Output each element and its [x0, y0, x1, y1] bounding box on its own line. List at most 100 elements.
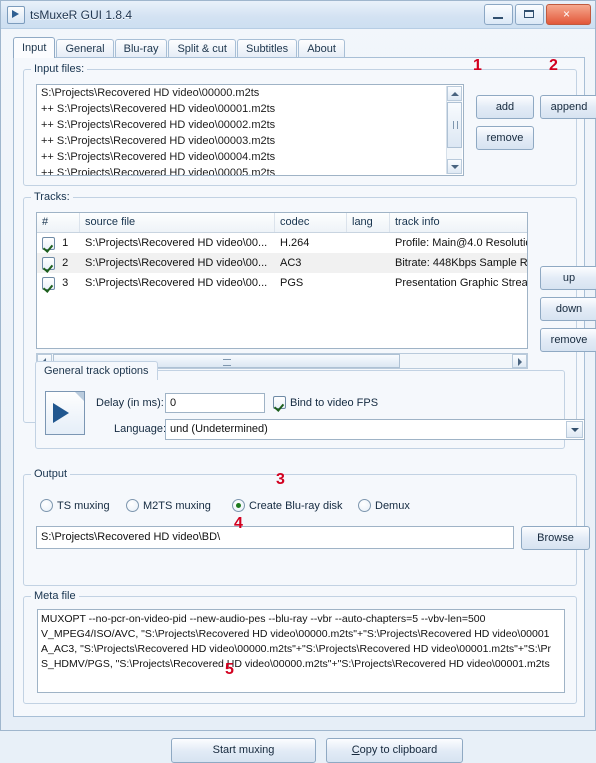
meta-file-textarea[interactable]: MUXOPT --no-pcr-on-video-pid --new-audio…: [37, 609, 565, 693]
browse-button[interactable]: Browse: [521, 526, 590, 550]
annotation-2: 2: [549, 57, 558, 74]
bind-to-video-fps-checkbox[interactable]: [273, 396, 286, 409]
meta-file-group: Meta file MUXOPT --no-pcr-on-video-pid -…: [23, 590, 577, 704]
tab-general[interactable]: General: [56, 39, 114, 58]
track-info: Profile: Main@4.0 Resolution: 144: [395, 237, 527, 249]
language-label: Language:: [114, 423, 166, 435]
tab-input[interactable]: Input: [13, 37, 56, 58]
table-row[interactable]: 2 S:\Projects\Recovered HD video\00... A…: [37, 253, 527, 273]
tab-bluray[interactable]: Blu-ray: [114, 39, 168, 58]
chevron-down-icon[interactable]: [566, 421, 583, 438]
annotation-5: 5: [225, 661, 234, 678]
radio-ts-muxing-label[interactable]: TS muxing: [57, 500, 110, 512]
scroll-right-icon[interactable]: [512, 354, 527, 368]
track-source-file: S:\Projects\Recovered HD video\00...: [85, 237, 268, 249]
radio-m2ts-muxing[interactable]: [126, 499, 139, 512]
table-row[interactable]: 3 S:\Projects\Recovered HD video\00... P…: [37, 273, 527, 293]
list-item[interactable]: ++ S:\Projects\Recovered HD video\00004.…: [37, 149, 463, 165]
track-codec: AC3: [280, 257, 302, 269]
copy-label-rest: opy to clipboard: [359, 744, 438, 756]
track-checkbox[interactable]: [42, 236, 55, 250]
tab-split-cut[interactable]: Split & cut: [168, 39, 236, 58]
output-label: Output: [31, 468, 71, 480]
tab-strip: Input General Blu-ray Split & cut Subtit…: [13, 37, 346, 58]
column-header-source-file: source file: [80, 213, 275, 232]
track-lang: [347, 273, 390, 293]
delay-input[interactable]: 0: [165, 393, 265, 413]
track-enabled-cell[interactable]: 2: [37, 253, 80, 273]
input-files-label: Input files:: [31, 63, 88, 75]
track-enabled-cell[interactable]: 3: [37, 273, 80, 293]
start-muxing-button[interactable]: Start muxing: [171, 738, 316, 763]
move-down-button[interactable]: down: [540, 297, 596, 321]
move-up-button[interactable]: up: [540, 266, 596, 290]
minimize-icon: [493, 17, 503, 19]
radio-demux[interactable]: [358, 499, 371, 512]
tab-about[interactable]: About: [298, 39, 345, 58]
table-row[interactable]: 1 S:\Projects\Recovered HD video\00... H…: [37, 233, 527, 253]
annotation-3: 3: [276, 471, 285, 488]
close-button[interactable]: ×: [546, 4, 591, 25]
list-item[interactable]: ++ S:\Projects\Recovered HD video\00003.…: [37, 133, 463, 149]
scroll-up-icon[interactable]: [447, 86, 462, 101]
column-header-codec: codec: [275, 213, 347, 232]
track-index: 3: [62, 277, 69, 289]
minimize-button[interactable]: [484, 4, 513, 25]
track-lang: [347, 233, 390, 253]
scroll-down-icon[interactable]: [447, 159, 462, 174]
tab-general-track-options[interactable]: General track options: [35, 361, 158, 380]
remove-file-button[interactable]: remove: [476, 126, 534, 150]
bind-to-video-fps-label[interactable]: Bind to video FPS: [290, 397, 378, 409]
track-checkbox[interactable]: [42, 276, 55, 290]
scroll-thumb[interactable]: [447, 102, 462, 148]
output-path-input[interactable]: S:\Projects\Recovered HD video\BD\: [36, 526, 514, 549]
input-files-list[interactable]: S:\Projects\Recovered HD video\00000.m2t…: [36, 84, 464, 176]
track-info: Bitrate: 448Kbps Sample Rate: 48l: [395, 257, 527, 269]
tracks-label: Tracks:: [31, 191, 73, 203]
radio-ts-muxing[interactable]: [40, 499, 53, 512]
column-header-lang: lang: [347, 213, 390, 232]
tracks-table[interactable]: # source file codec lang track info 1 S:…: [36, 212, 528, 349]
track-lang: [347, 253, 390, 273]
track-enabled-cell[interactable]: 1: [37, 233, 80, 253]
app-window: tsMuxeR GUI 1.8.4 × Input General Blu-ra…: [0, 0, 596, 763]
radio-create-bluray-disk[interactable]: [232, 499, 245, 512]
meta-line: S_HDMV/PGS, "S:\Projects\Recovered HD vi…: [41, 658, 550, 670]
column-header-track-info: track info: [395, 216, 440, 228]
track-checkbox[interactable]: [42, 256, 55, 270]
radio-demux-label[interactable]: Demux: [375, 500, 410, 512]
radio-create-bluray-disk-label[interactable]: Create Blu-ray disk: [249, 500, 343, 512]
annotation-4: 4: [234, 515, 243, 532]
input-files-scrollbar[interactable]: [446, 86, 462, 174]
window-controls: ×: [484, 4, 591, 25]
append-button[interactable]: append: [540, 95, 596, 119]
tab-subtitles[interactable]: Subtitles: [236, 39, 298, 58]
tracks-header-row: # source file codec lang track info: [37, 213, 527, 233]
close-icon: ×: [563, 7, 571, 21]
window-title: tsMuxeR GUI 1.8.4: [30, 7, 133, 22]
track-index: 1: [62, 237, 69, 249]
list-item[interactable]: ++ S:\Projects\Recovered HD video\00002.…: [37, 117, 463, 133]
add-button[interactable]: add: [476, 95, 534, 119]
language-value: und (Undetermined): [170, 423, 268, 435]
list-item[interactable]: ++ S:\Projects\Recovered HD video\00001.…: [37, 101, 463, 117]
annotation-1: 1: [473, 57, 482, 74]
remove-track-button[interactable]: remove: [540, 328, 596, 352]
list-item[interactable]: S:\Projects\Recovered HD video\00000.m2t…: [37, 85, 463, 101]
video-track-icon: [45, 391, 85, 435]
meta-line: V_MPEG4/ISO/AVC, "S:\Projects\Recovered …: [41, 628, 550, 640]
maximize-button[interactable]: [515, 4, 544, 25]
language-select[interactable]: und (Undetermined): [165, 419, 585, 440]
app-play-icon: [7, 5, 25, 24]
tab-page-input: Input files: S:\Projects\Recovered HD vi…: [13, 57, 596, 763]
copy-to-clipboard-button[interactable]: Copy to clipboard: [326, 738, 463, 763]
list-item[interactable]: ++ S:\Projects\Recovered HD video\00005.…: [37, 165, 463, 175]
radio-m2ts-muxing-label[interactable]: M2TS muxing: [143, 500, 211, 512]
track-codec: PGS: [280, 277, 304, 289]
column-header-index: #: [37, 213, 80, 232]
track-source-file: S:\Projects\Recovered HD video\00...: [85, 277, 268, 289]
input-files-group: Input files: S:\Projects\Recovered HD vi…: [23, 63, 596, 186]
meta-file-label: Meta file: [31, 590, 79, 602]
meta-line: MUXOPT --no-pcr-on-video-pid --new-audio…: [41, 613, 486, 625]
track-index: 2: [62, 257, 69, 269]
